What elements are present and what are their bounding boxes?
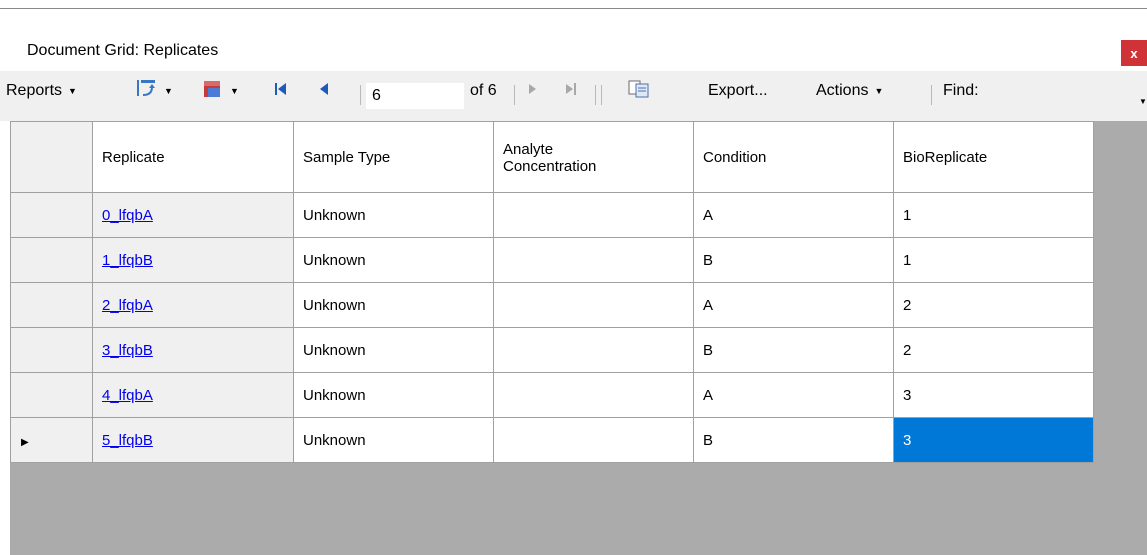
reports-label: Reports [6, 82, 63, 99]
cell-condition[interactable]: A [693, 372, 894, 418]
cell-replicate[interactable]: 3_lfqbB [92, 327, 294, 373]
table-row: 3_lfqbB Unknown B 2 [10, 327, 1094, 373]
last-record-button[interactable] [564, 71, 578, 111]
replicate-link[interactable]: 1_lfqbB [102, 252, 153, 269]
next-record-button[interactable] [527, 71, 539, 111]
copy-button[interactable] [628, 71, 650, 111]
previous-record-icon [318, 81, 330, 102]
window-title: Document Grid: Replicates [27, 42, 219, 59]
cell-analyte-concentration[interactable] [493, 237, 694, 283]
cell-replicate[interactable]: 0_lfqbA [92, 192, 294, 238]
analyte-header-line1: Analyte [503, 141, 554, 158]
caret-down-icon: ▼ [874, 86, 884, 96]
separator [601, 85, 602, 105]
caret-down-icon: ▼ [230, 86, 239, 96]
cell-analyte-concentration[interactable] [493, 372, 694, 418]
row-header[interactable] [10, 372, 93, 418]
export-button[interactable]: Export... [708, 71, 768, 111]
cell-sample-type[interactable]: Unknown [293, 192, 494, 238]
cell-analyte-concentration[interactable] [493, 327, 694, 373]
cell-sample-type[interactable]: Unknown [293, 282, 494, 328]
replicate-link[interactable]: 4_lfqbA [102, 387, 153, 404]
column-header-replicate[interactable]: Replicate [92, 121, 294, 193]
cell-bioreplicate[interactable]: 1 [893, 237, 1094, 283]
replicate-link[interactable]: 5_lfqbB [102, 432, 153, 449]
separator [931, 85, 932, 105]
cell-condition[interactable]: A [693, 282, 894, 328]
copy-icon [628, 80, 650, 103]
cell-condition[interactable]: A [693, 192, 894, 238]
cell-replicate[interactable]: 4_lfqbA [92, 372, 294, 418]
layout-dropdown[interactable]: ▼ [202, 71, 239, 111]
cell-bioreplicate[interactable]: 1 [893, 192, 1094, 238]
caret-down-icon: ▼ [68, 86, 77, 96]
toolbar-overflow-icon[interactable]: ▼ [1139, 97, 1147, 106]
layout-icon [202, 79, 224, 104]
analyte-header-line2: Concentration [503, 158, 597, 175]
data-grid: Replicate Sample Type Analyte Concentrat… [10, 121, 1147, 555]
cell-replicate[interactable]: 5_lfqbB [92, 417, 294, 463]
cell-sample-type[interactable]: Unknown [293, 237, 494, 283]
record-position-input[interactable] [366, 83, 464, 109]
table-row: 4_lfqbA Unknown A 3 [10, 372, 1094, 418]
cell-bioreplicate[interactable]: 2 [893, 327, 1094, 373]
close-button[interactable]: x [1121, 40, 1147, 66]
row-header[interactable] [10, 237, 93, 283]
cell-sample-type[interactable]: Unknown [293, 417, 494, 463]
actions-dropdown[interactable]: Actions ▼ [816, 71, 883, 111]
replicates-table: Replicate Sample Type Analyte Concentrat… [10, 121, 1094, 463]
cell-analyte-concentration[interactable] [493, 192, 694, 238]
view-dropdown[interactable]: ▼ [136, 71, 173, 111]
replicate-link[interactable]: 2_lfqbA [102, 297, 153, 314]
column-header-bioreplicate[interactable]: BioReplicate [893, 121, 1094, 193]
next-record-icon [527, 81, 539, 102]
cell-bioreplicate[interactable]: 2 [893, 282, 1094, 328]
cell-bioreplicate[interactable]: 3 [893, 372, 1094, 418]
cell-analyte-concentration[interactable] [493, 417, 694, 463]
row-header[interactable] [10, 282, 93, 328]
table-row-current: ▶ 5_lfqbB Unknown B 3 [10, 417, 1094, 463]
toolbar: Reports ▼ ▼ ▼ 6 of 6 Export... Actions ▼… [0, 71, 1147, 121]
cell-replicate[interactable]: 1_lfqbB [92, 237, 294, 283]
cell-replicate[interactable]: 2_lfqbA [92, 282, 294, 328]
column-header-condition[interactable]: Condition [693, 121, 894, 193]
cell-analyte-concentration[interactable] [493, 282, 694, 328]
actions-label: Actions [816, 82, 869, 99]
table-row: 0_lfqbA Unknown A 1 [10, 192, 1094, 238]
column-header-analyte-concentration[interactable]: Analyte Concentration [493, 121, 694, 193]
row-header[interactable] [10, 327, 93, 373]
cell-condition[interactable]: B [693, 327, 894, 373]
first-record-icon [274, 81, 288, 102]
cell-condition[interactable]: B [693, 237, 894, 283]
separator [595, 85, 596, 105]
cell-condition[interactable]: B [693, 417, 894, 463]
column-header-sample-type[interactable]: Sample Type [293, 121, 494, 193]
cell-bioreplicate-selected[interactable]: 3 [893, 417, 1094, 463]
replicate-link[interactable]: 0_lfqbA [102, 207, 153, 224]
row-header[interactable] [10, 192, 93, 238]
find-label: Find: [943, 82, 979, 99]
cell-sample-type[interactable]: Unknown [293, 372, 494, 418]
table-row: 1_lfqbB Unknown B 1 [10, 237, 1094, 283]
separator [360, 85, 361, 105]
previous-record-button[interactable] [318, 71, 330, 111]
reports-view-icon [136, 79, 158, 104]
cell-sample-type[interactable]: Unknown [293, 327, 494, 373]
row-header[interactable]: ▶ [10, 417, 93, 463]
last-record-icon [564, 81, 578, 102]
replicate-link[interactable]: 3_lfqbB [102, 342, 153, 359]
reports-dropdown[interactable]: Reports ▼ [6, 71, 77, 111]
header-row: Replicate Sample Type Analyte Concentrat… [10, 121, 1094, 193]
separator [514, 85, 515, 105]
record-count: of 6 [470, 82, 497, 99]
row-header-corner[interactable] [10, 121, 93, 193]
table-row: 2_lfqbA Unknown A 2 [10, 282, 1094, 328]
title-bar: Document Grid: Replicates x [0, 9, 1147, 67]
caret-down-icon: ▼ [164, 86, 173, 96]
current-row-indicator-icon: ▶ [21, 436, 29, 448]
first-record-button[interactable] [274, 71, 288, 111]
